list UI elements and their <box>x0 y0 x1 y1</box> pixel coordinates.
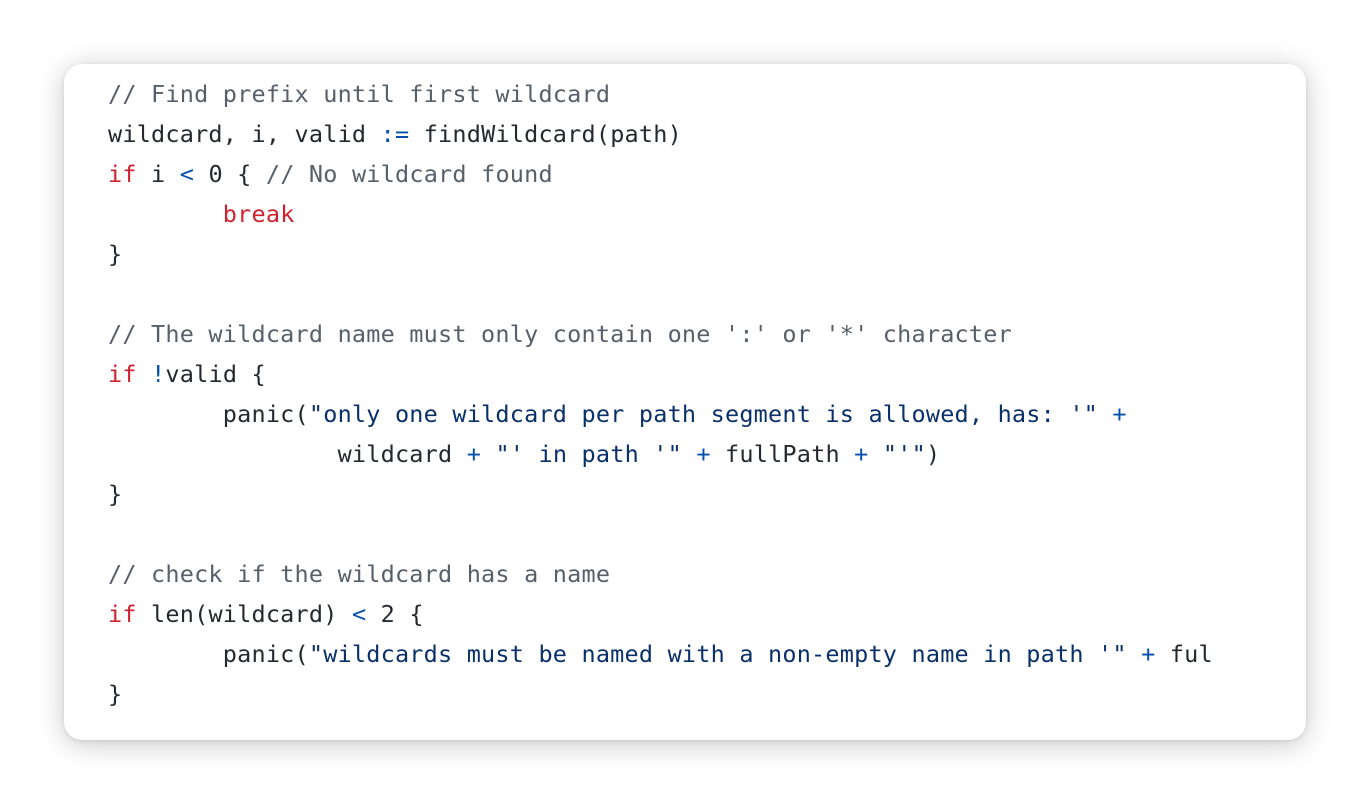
code-line: if i < 0 { // No wildcard found <box>108 154 1213 194</box>
keyword-token: if <box>108 160 137 188</box>
code-text: len(wildcard) <box>136 600 352 628</box>
code-line: // check if the wildcard has a name <box>108 554 1213 594</box>
code-line: if !valid { <box>108 354 1213 394</box>
code-line: // Find prefix until first wildcard <box>108 74 1213 114</box>
code-text: findWildcard(path) <box>409 120 682 148</box>
comment-token: // The wildcard name must only contain o… <box>108 320 1012 348</box>
operator-token: + <box>466 440 482 468</box>
operator-token: < <box>179 160 195 188</box>
keyword-token: if <box>108 360 137 388</box>
code-text: } <box>108 480 123 508</box>
code-text: valid { <box>165 360 266 388</box>
keyword-token: if <box>108 600 137 628</box>
code-text: wildcard, i, valid <box>108 120 381 148</box>
code-line: } <box>108 234 1213 274</box>
code-text: ful <box>1155 640 1213 668</box>
number-token: 0 <box>208 160 223 188</box>
code-line: panic("only one wildcard per path segmen… <box>108 394 1213 434</box>
operator-token: + <box>696 440 711 468</box>
code-text: } <box>108 680 123 708</box>
operator-token: + <box>1141 640 1156 668</box>
comment-token: // No wildcard found <box>265 160 553 188</box>
comment-token: // check if the wildcard has a name <box>108 560 611 588</box>
operator-token: := <box>380 120 410 148</box>
code-snippet-card: // Find prefix until first wildcard wildc… <box>64 64 1306 740</box>
code-text: panic( <box>108 400 309 428</box>
code-text: { <box>395 600 424 628</box>
code-text: } <box>108 240 123 268</box>
code-line: // The wildcard name must only contain o… <box>108 314 1213 354</box>
code-line: panic("wildcards must be named with a no… <box>108 634 1213 674</box>
code-line: wildcard + "' in path '" + fullPath + "'… <box>108 434 1213 474</box>
code-line: break <box>108 194 1213 234</box>
comment-token: // Find prefix until first wildcard <box>108 80 611 108</box>
string-token: "'" <box>882 440 926 468</box>
string-token: "wildcards must be named with a non-empt… <box>308 640 1127 668</box>
operator-token: ! <box>151 360 166 388</box>
code-text: panic( <box>108 640 309 668</box>
keyword-token: break <box>222 200 295 228</box>
code-line: } <box>108 674 1213 714</box>
code-line: wildcard, i, valid := findWildcard(path) <box>108 114 1213 154</box>
code-text: fullPath <box>710 440 855 468</box>
operator-token: + <box>1112 400 1127 428</box>
string-token: "only one wildcard per path segment is a… <box>308 400 1099 428</box>
string-token: "' in path '" <box>495 440 682 468</box>
number-token: 2 <box>380 600 396 628</box>
code-text: ) <box>925 440 941 468</box>
code-text: { <box>222 160 266 188</box>
code-line: if len(wildcard) < 2 { <box>108 594 1213 634</box>
code-text: wildcard <box>108 440 467 468</box>
operator-token: + <box>854 440 869 468</box>
operator-token: < <box>351 600 367 628</box>
code-line: } <box>108 474 1213 514</box>
code-block: // Find prefix until first wildcard wildc… <box>108 74 1213 714</box>
code-text: i <box>136 160 180 188</box>
